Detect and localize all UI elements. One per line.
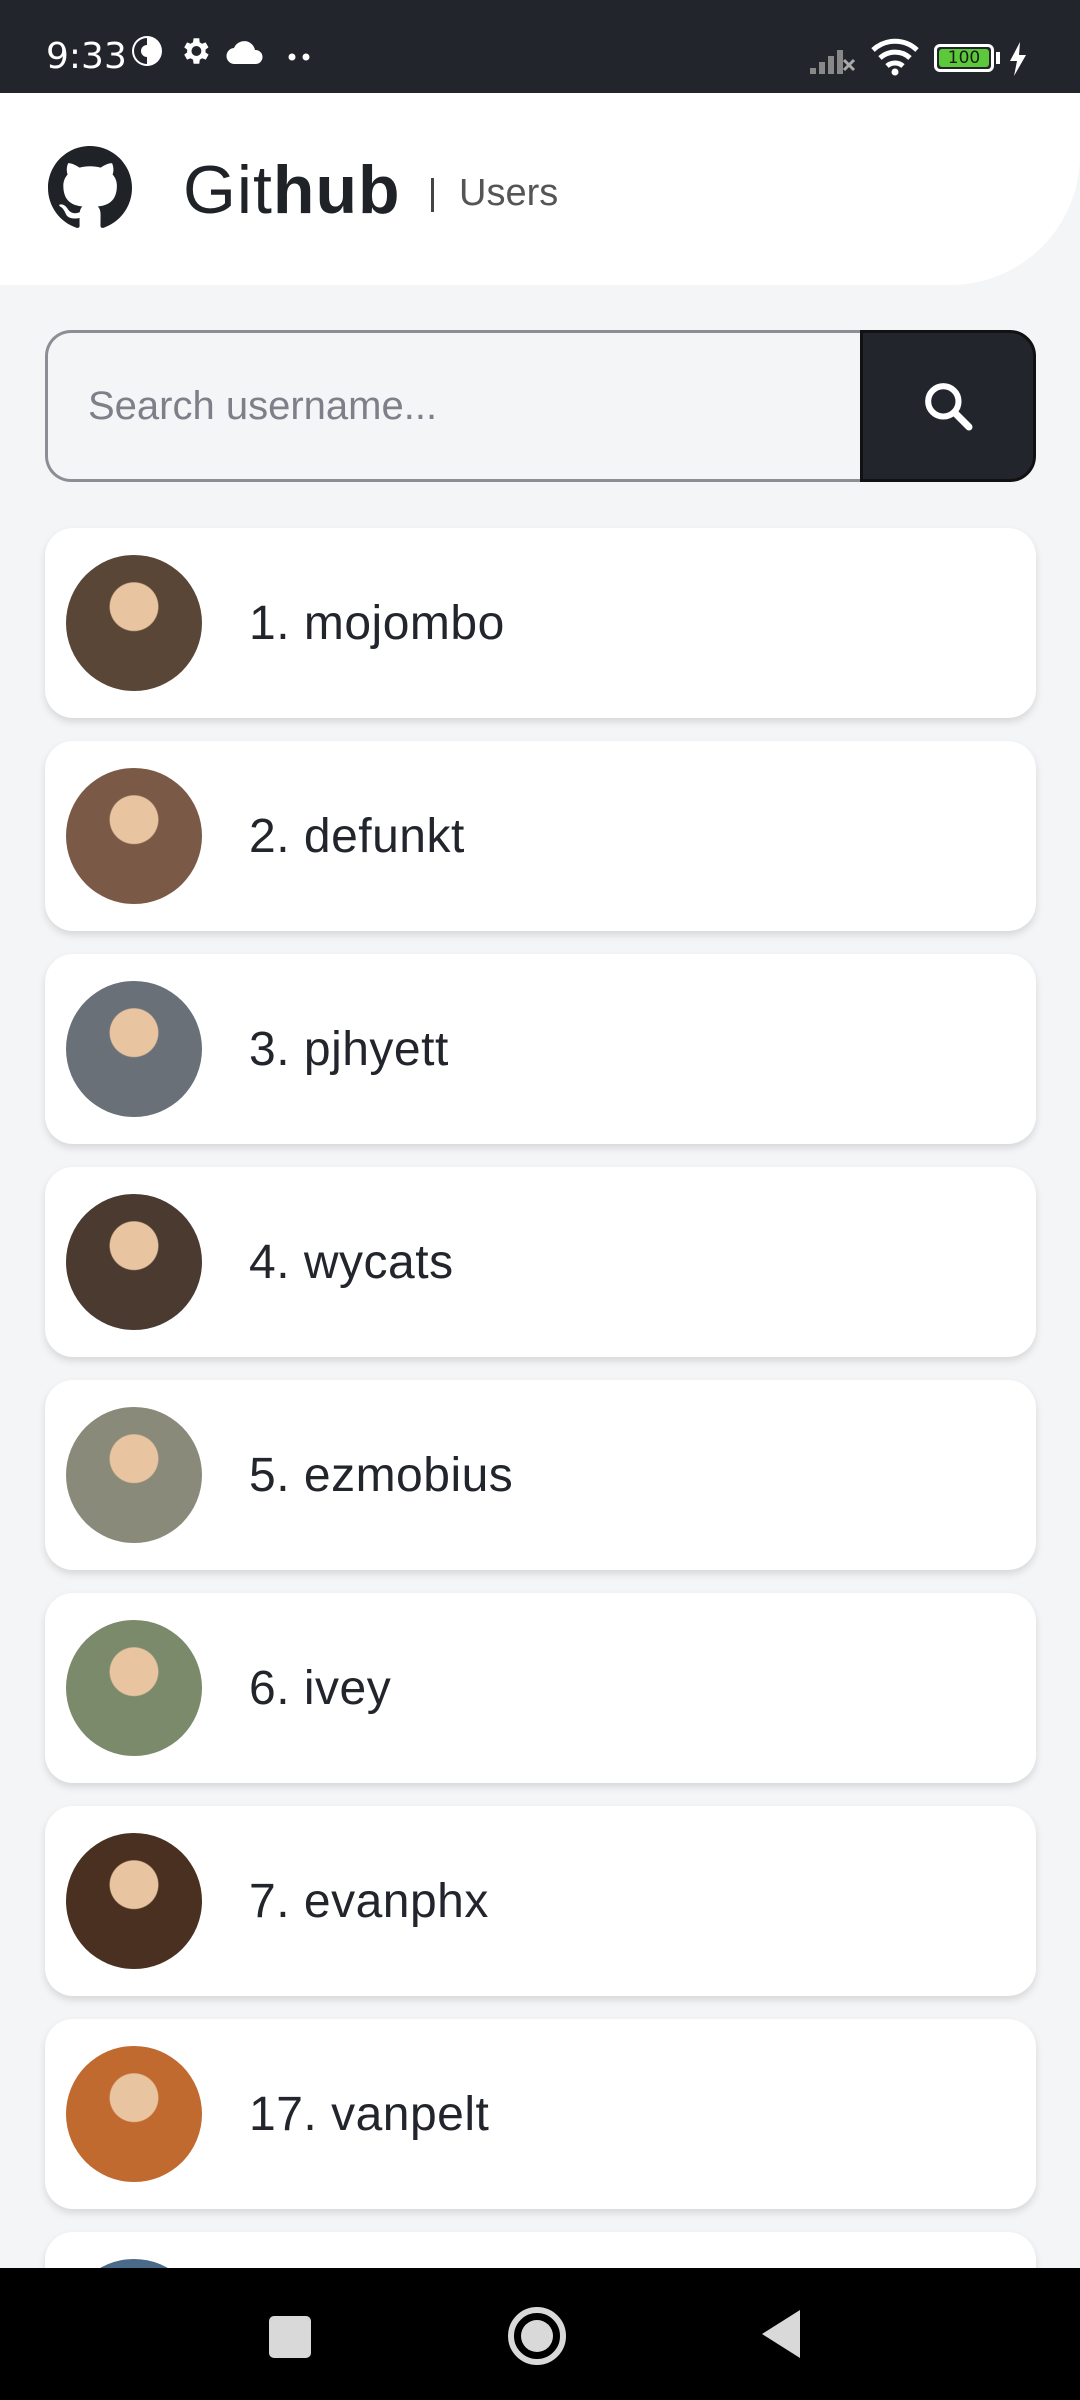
user-name: 6. ivey	[249, 1662, 392, 1715]
user-card[interactable]: 4. wycats	[45, 1167, 1036, 1357]
user-name: 3. pjhyett	[249, 1023, 449, 1076]
user-card[interactable]: 3. pjhyett	[45, 954, 1036, 1144]
wifi-icon	[871, 38, 919, 76]
user-card[interactable]: 7. evanphx	[45, 1806, 1036, 1996]
user-name: 1. mojombo	[249, 597, 505, 650]
avatar	[66, 2046, 202, 2182]
system-nav-bar	[0, 2268, 1080, 2400]
user-name: 2. defunkt	[249, 810, 465, 863]
avatar	[66, 981, 202, 1117]
github-octocat-icon[interactable]	[48, 146, 132, 230]
page-subtitle: Users	[459, 172, 559, 214]
user-name: 4. wycats	[249, 1236, 454, 1289]
app-title-hub: hub	[272, 152, 401, 228]
battery-tip	[996, 52, 1000, 64]
data-saver-icon	[132, 36, 162, 66]
app-title: Github	[183, 151, 401, 229]
user-name: 5. ezmobius	[249, 1449, 514, 1502]
avatar	[66, 1620, 202, 1756]
avatar	[66, 1833, 202, 1969]
search-button[interactable]	[860, 330, 1036, 482]
avatar	[66, 555, 202, 691]
avatar	[66, 1407, 202, 1543]
avatar	[66, 1194, 202, 1330]
app-header: Github Users	[0, 93, 1080, 285]
user-card[interactable]: 1. mojombo	[45, 528, 1036, 718]
search-input[interactable]	[45, 330, 860, 482]
user-card[interactable]: 2. defunkt	[45, 741, 1036, 931]
user-name: 7. evanphx	[249, 1875, 489, 1928]
signal-off-icon	[810, 50, 856, 74]
status-bar: 9:33 100	[0, 0, 1080, 93]
user-name: 17. vanpelt	[249, 2088, 490, 2141]
search-icon	[925, 383, 973, 431]
user-card[interactable]: 17. vanpelt	[45, 2019, 1036, 2209]
settings-gear-icon	[184, 38, 209, 64]
user-card[interactable]: 5. ezmobius	[45, 1380, 1036, 1570]
more-dots-icon	[288, 53, 310, 61]
charging-bolt-icon	[1010, 42, 1026, 76]
app-title-git: Git	[183, 152, 273, 228]
home-circle-icon[interactable]	[505, 2304, 569, 2368]
back-triangle-icon[interactable]	[758, 2308, 804, 2360]
battery-icon: 100	[934, 44, 994, 72]
battery-level: 100	[939, 48, 989, 68]
status-time: 9:33	[46, 36, 127, 77]
header-divider	[431, 178, 434, 212]
recents-square-icon[interactable]	[269, 2316, 311, 2358]
user-card[interactable]: 6. ivey	[45, 1593, 1036, 1783]
cloud-icon	[226, 41, 263, 65]
avatar	[66, 768, 202, 904]
